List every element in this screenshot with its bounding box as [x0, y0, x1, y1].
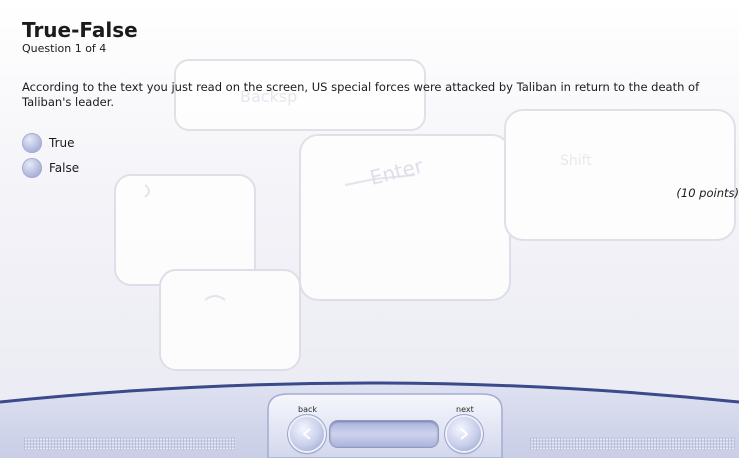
next-button[interactable]	[447, 417, 481, 451]
chevron-left-icon	[303, 428, 311, 440]
radio-button-false[interactable]	[22, 158, 42, 178]
question-text: According to the text you just read on t…	[22, 80, 700, 109]
points-value: (10 points)	[676, 186, 739, 200]
question-counter: Question 1 of 4	[22, 42, 107, 55]
back-label: back	[298, 405, 318, 414]
radio-button-true[interactable]	[22, 133, 42, 153]
next-label: next	[456, 405, 474, 414]
svg-text:Shift: Shift	[560, 153, 592, 169]
page-title: True-False	[22, 18, 138, 42]
chevron-right-icon	[460, 428, 468, 440]
quiz-slide: Backsp Enter Shift True-False Question 1…	[0, 0, 739, 458]
progress-bar	[330, 421, 438, 447]
choice-false[interactable]: False	[22, 158, 79, 178]
back-button[interactable]	[290, 417, 324, 451]
choice-label-false: False	[49, 161, 80, 175]
footer-grip-right	[530, 437, 735, 450]
footer-grip-left	[24, 437, 236, 450]
choice-label-true: True	[49, 136, 75, 150]
choice-true[interactable]: True	[22, 133, 75, 153]
